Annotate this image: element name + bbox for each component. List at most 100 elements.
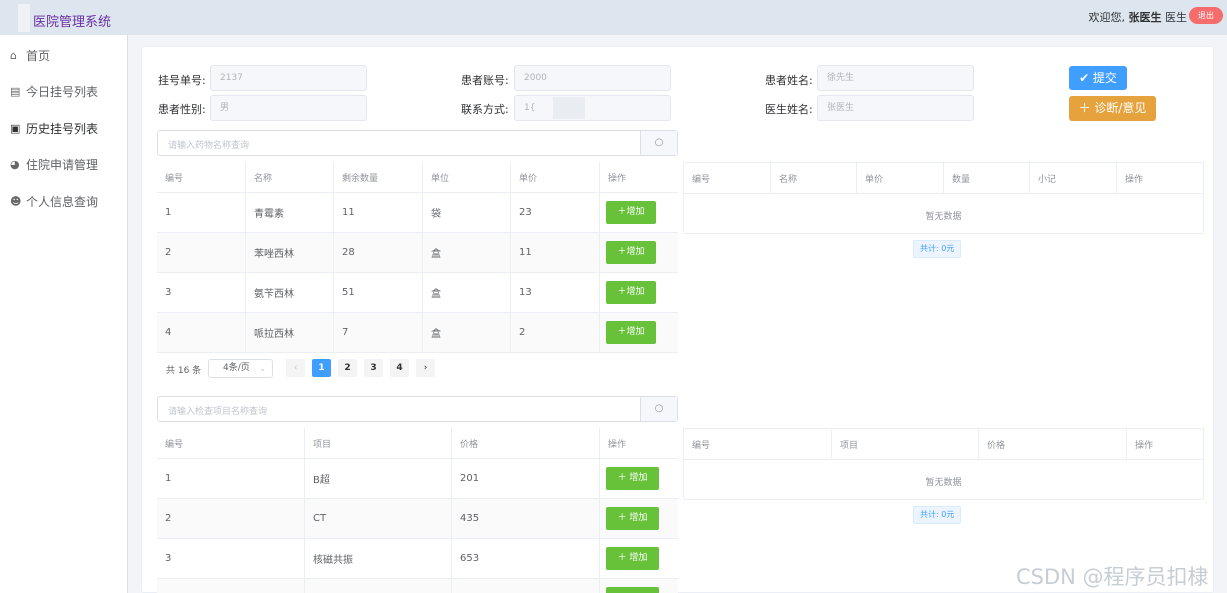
exam-table: 编号 项目 价格 操作 1 B超 201 ＋ 增加 2 CT 435 ＋ 增加 … (157, 428, 678, 593)
submit-button[interactable]: ✔ 提交 (1069, 66, 1127, 90)
search-icon[interactable]: ○ (640, 131, 677, 155)
cell-unit: 袋 (423, 193, 511, 232)
cell-name: 哌拉西林 (246, 313, 334, 352)
table-header: 编号 项目 价格 操作 (157, 428, 678, 459)
table-row: 2 CT 435 ＋ 增加 (157, 499, 678, 539)
cell-price: 653 (452, 539, 600, 578)
cell-name: 青霉素 (246, 193, 334, 232)
col-header: 数量 (944, 163, 1030, 193)
drug-search-input[interactable]: 请输入药物名称查询 ○ (157, 130, 678, 156)
add-exam-button[interactable]: ＋ 增加 (606, 507, 659, 530)
page-size-value: 4条/页 (223, 363, 250, 373)
table-row: 3 核磁共振 653 ＋ 增加 (157, 539, 678, 579)
sidebar-item-inpatient[interactable]: ◕ 住院申请管理 (10, 154, 98, 174)
user-icon: ☻ (10, 194, 22, 208)
drug-total-tag: 共计: 0元 (913, 240, 962, 258)
cell-item: 核磁共振 (305, 539, 452, 578)
cell-price: 201 (452, 459, 600, 498)
patient-account-label: 患者账号: (461, 74, 509, 87)
patient-account-field[interactable]: 2000 (514, 65, 671, 91)
drug-search-placeholder: 请输入药物名称查询 (168, 141, 250, 151)
cell-qty: 11 (334, 193, 423, 232)
sidebar-item-home[interactable]: ⌂ 首页 (10, 45, 50, 65)
add-drug-button[interactable]: ＋增加 (606, 201, 656, 224)
page-button-4[interactable]: 4 (390, 359, 409, 377)
cell-id: 1 (157, 193, 246, 232)
logout-button[interactable]: 退出 (1189, 7, 1223, 24)
col-header: 项目 (305, 428, 452, 458)
add-drug-button[interactable]: ＋增加 (606, 321, 656, 344)
exam-search-input[interactable]: 请输入检查项目名称查询 ○ (157, 396, 678, 422)
col-header: 单价 (857, 163, 944, 193)
col-header: 操作 (1125, 174, 1144, 185)
gender-field[interactable]: 男 (210, 95, 367, 121)
phone-label: 联系方式: (461, 103, 509, 116)
cell-qty: 28 (334, 233, 423, 272)
col-header: 编号 (157, 428, 305, 458)
chevron-down-icon: ⌄ (259, 364, 266, 373)
table-row: 2 苯唑西林 28 盒 11 ＋增加 (157, 233, 678, 273)
drug-table: 编号 名称 剩余数量 单位 单价 操作 1 青霉素 11 袋 23 ＋增加 2 … (157, 162, 678, 353)
col-header: 编号 (684, 429, 832, 459)
user-name: 张医生 (1128, 11, 1162, 24)
page-size-select[interactable]: 4条/页 ⌄ (208, 359, 273, 378)
sidebar-item-label: 个人信息查询 (26, 194, 99, 209)
selected-exams-table: 编号 项目 价格 操作 暂无数据 (683, 428, 1204, 500)
page-button-2[interactable]: 2 (338, 359, 357, 377)
add-drug-button[interactable]: ＋增加 (606, 281, 656, 304)
add-drug-button[interactable]: ＋增加 (606, 241, 656, 264)
sidebar-item-history-registrations[interactable]: ▣ 历史挂号列表 (10, 118, 98, 138)
prev-page-button[interactable]: ‹ (286, 359, 305, 377)
exam-search-placeholder: 请输入检查项目名称查询 (168, 407, 268, 417)
table-row: 1 B超 201 ＋ 增加 (157, 459, 678, 499)
diagnose-button[interactable]: ＋ 诊断/意见 (1069, 96, 1156, 121)
col-header: 编号 (157, 162, 246, 192)
cell-qty: 7 (334, 313, 423, 352)
col-header: 名称 (771, 163, 857, 193)
home-icon: ⌂ (10, 48, 17, 62)
search-icon[interactable]: ○ (640, 397, 677, 421)
cell-item (305, 579, 452, 593)
col-header: 单位 (423, 162, 511, 192)
page-button-1[interactable]: 1 (312, 359, 331, 377)
history-icon: ▣ (10, 121, 21, 135)
sidebar: ⌂ 首页 ▤ 今日挂号列表 ▣ 历史挂号列表 ◕ 住院申请管理 ☻ 个人信息查询 (0, 35, 128, 593)
watermark: CSDN @程序员扣棣 (1016, 565, 1209, 589)
cell-price: 23 (511, 193, 600, 232)
next-page-button[interactable]: › (416, 359, 435, 377)
logo (18, 4, 30, 32)
col-header: 名称 (246, 162, 334, 192)
col-header: 操作 (1135, 440, 1154, 451)
doctor-name-field[interactable]: 张医生 (817, 95, 974, 121)
col-header: 项目 (832, 429, 979, 459)
welcome-prefix: 欢迎您, (1088, 11, 1126, 24)
cell-id: 4 (157, 313, 246, 352)
table-row: 4 哌拉西林 7 盒 2 ＋增加 (157, 313, 678, 353)
cell-price: 13 (511, 273, 600, 312)
page-button-3[interactable]: 3 (364, 359, 383, 377)
empty-row: 暂无数据 (684, 194, 1203, 234)
table-row-partial (157, 579, 678, 593)
patient-name-field[interactable]: 徐先生 (817, 65, 974, 91)
col-header: 操作 (608, 439, 627, 450)
redaction-mask (553, 96, 586, 119)
add-exam-button[interactable]: ＋ 增加 (606, 467, 659, 490)
pagination-total: 共 16 条 (166, 366, 202, 376)
sidebar-item-label: 首页 (26, 48, 51, 63)
sidebar-item-today-registrations[interactable]: ▤ 今日挂号列表 (10, 81, 98, 101)
reg-no-field[interactable]: 2137 (210, 65, 367, 91)
add-exam-button[interactable]: ＋ 增加 (606, 547, 659, 570)
cell-item: B超 (305, 459, 452, 498)
cell-unit: 盒 (423, 313, 511, 352)
cell-id: 2 (157, 233, 246, 272)
cell-unit: 盒 (423, 233, 511, 272)
table-row: 1 青霉素 11 袋 23 ＋增加 (157, 193, 678, 233)
inpatient-icon: ◕ (10, 157, 20, 171)
sidebar-item-label: 住院申请管理 (26, 157, 99, 172)
add-exam-button[interactable] (606, 587, 659, 593)
sidebar-item-profile[interactable]: ☻ 个人信息查询 (10, 191, 98, 211)
phone-field[interactable]: 1{ (514, 95, 671, 121)
cell-price (452, 579, 600, 593)
sidebar-item-label: 历史挂号列表 (26, 121, 99, 136)
col-header: 小记 (1030, 163, 1117, 193)
